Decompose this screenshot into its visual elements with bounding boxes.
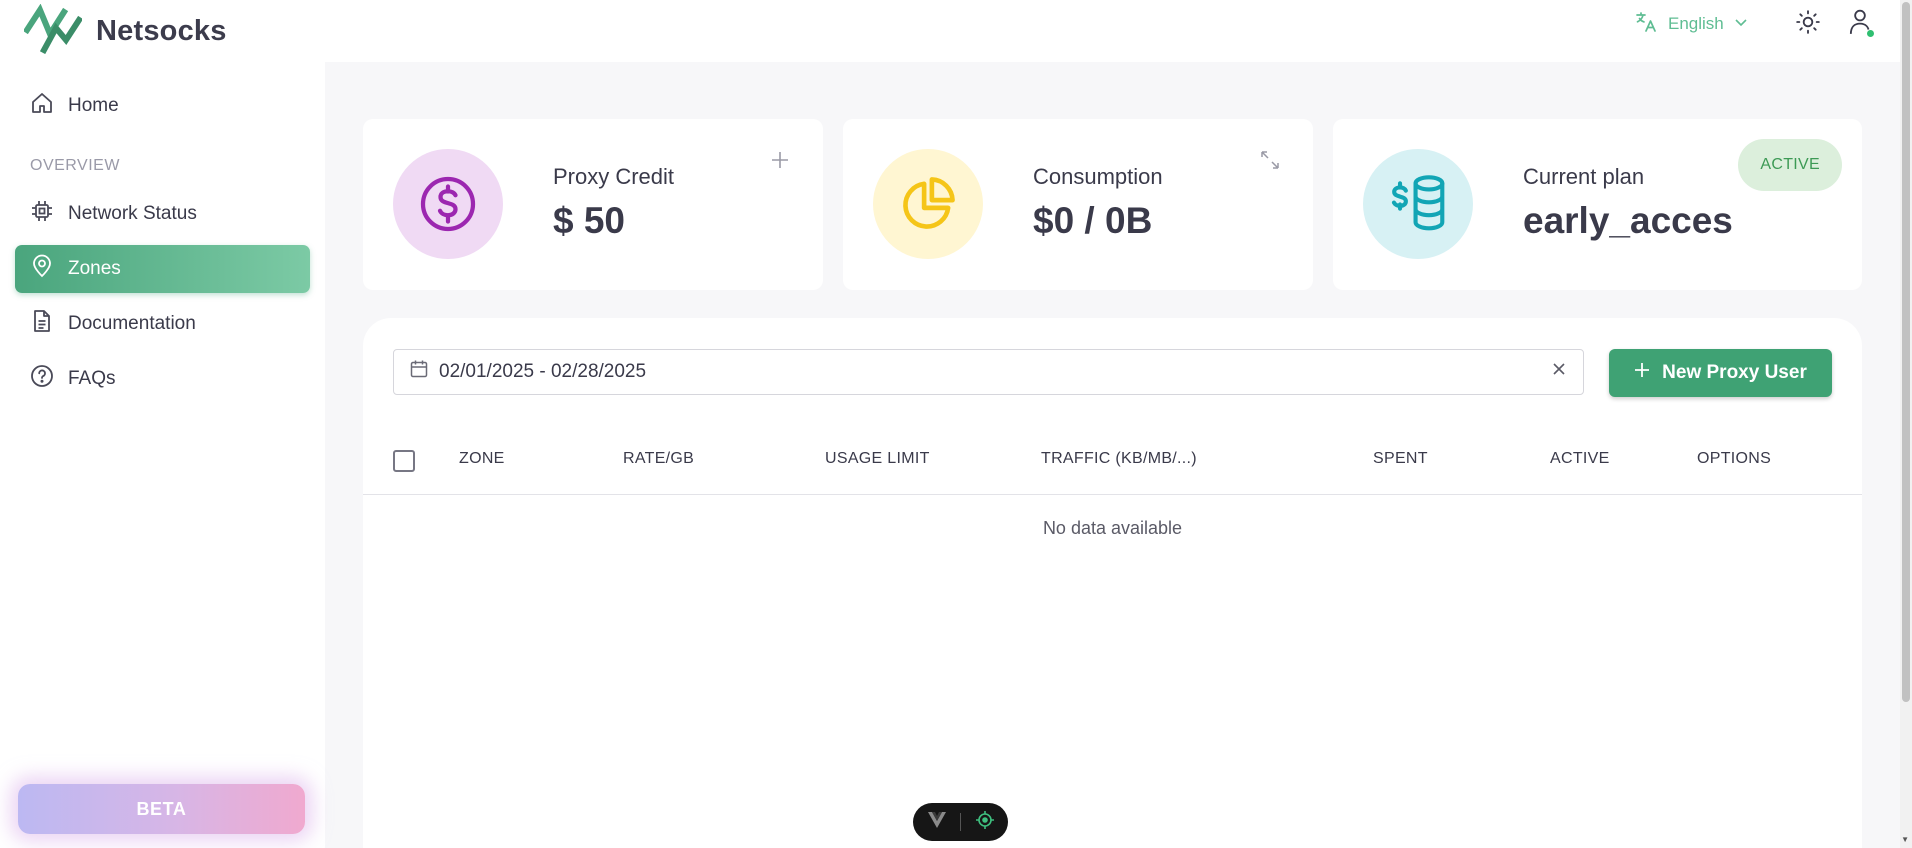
sidebar-item-home[interactable]: Home — [15, 82, 310, 130]
sidebar-item-label: Home — [68, 95, 119, 116]
current-plan-card: Current plan early_acces ACTIVE — [1333, 119, 1862, 290]
scrollbar-thumb[interactable] — [1902, 2, 1910, 702]
dollar-circle-icon — [393, 149, 503, 259]
sidebar-item-label: Network Status — [68, 203, 197, 224]
column-header-rate[interactable]: RATE/GB — [623, 450, 694, 468]
online-status-dot — [1866, 29, 1875, 38]
column-header-options[interactable]: OPTIONS — [1697, 450, 1771, 468]
devtools-pill[interactable] — [913, 803, 1008, 841]
zones-panel: 02/01/2025 - 02/28/2025 New Proxy User Z… — [363, 318, 1862, 848]
translate-icon — [1634, 10, 1658, 39]
location-pin-icon — [30, 254, 54, 284]
column-header-active[interactable]: ACTIVE — [1550, 450, 1610, 468]
sidebar-item-faqs[interactable]: FAQs — [15, 355, 310, 403]
proxy-credit-card: Proxy Credit $ 50 — [363, 119, 823, 290]
calendar-icon — [409, 359, 429, 385]
column-header-usage-limit[interactable]: USAGE LIMIT — [825, 450, 930, 468]
brand-name: Netsocks — [96, 14, 227, 47]
brand[interactable]: Netsocks — [22, 3, 227, 59]
card-value: $ 50 — [553, 200, 626, 241]
netsocks-logo-icon — [22, 3, 84, 59]
sidebar-item-zones[interactable]: Zones — [15, 245, 310, 293]
card-value: $0 / 0B — [1033, 200, 1153, 241]
beta-button[interactable]: BETA — [18, 784, 305, 834]
sidebar-item-label: Documentation — [68, 313, 196, 334]
coins-stack-icon — [1363, 149, 1473, 259]
card-label: Consumption — [1033, 164, 1163, 189]
chip-icon — [30, 199, 54, 229]
empty-table-message: No data available — [1042, 518, 1183, 538]
clear-date-button[interactable] — [1547, 360, 1571, 384]
divider — [960, 813, 961, 831]
plus-icon — [1634, 362, 1650, 384]
date-range-field[interactable]: 02/01/2025 - 02/28/2025 — [393, 349, 1584, 395]
sidebar: Netsocks Home OVERVIEW Network Status Zo… — [0, 0, 325, 848]
section-label-overview: OVERVIEW — [30, 157, 120, 174]
user-menu-button[interactable] — [1844, 8, 1876, 40]
column-header-spent[interactable]: SPENT — [1373, 450, 1428, 468]
status-badge: ACTIVE — [1738, 139, 1842, 191]
close-icon — [1551, 361, 1567, 383]
sidebar-item-label: Zones — [68, 258, 121, 279]
vue-logo-icon[interactable] — [927, 811, 947, 834]
chevron-down-icon — [1734, 14, 1748, 34]
sidebar-item-label: FAQs — [68, 368, 116, 389]
card-label: Proxy Credit — [553, 164, 675, 189]
expand-button[interactable] — [1257, 149, 1283, 175]
sidebar-item-documentation[interactable]: Documentation — [15, 300, 310, 348]
language-label: English — [1668, 14, 1724, 33]
new-proxy-user-button[interactable]: New Proxy User — [1609, 349, 1832, 397]
document-icon — [30, 309, 54, 339]
help-circle-icon — [30, 364, 54, 394]
target-icon[interactable] — [975, 810, 995, 835]
page-scrollbar[interactable]: ▼ — [1900, 0, 1912, 848]
plus-icon — [770, 150, 790, 175]
expand-icon — [1259, 149, 1281, 176]
add-credit-button[interactable] — [767, 149, 793, 175]
card-value: early_acces — [1523, 200, 1733, 241]
card-label: Current plan — [1523, 164, 1645, 189]
column-header-zone[interactable]: ZONE — [459, 450, 505, 468]
consumption-card: Consumption $0 / 0B — [843, 119, 1313, 290]
pie-chart-icon — [873, 149, 983, 259]
theme-toggle-button[interactable] — [1792, 8, 1824, 40]
column-header-traffic[interactable]: TRAFFIC (KB/MB/...) — [1041, 450, 1197, 468]
home-icon — [30, 91, 54, 121]
new-proxy-user-label: New Proxy User — [1662, 362, 1807, 383]
language-selector[interactable]: English — [1634, 10, 1748, 38]
sidebar-item-network-status[interactable]: Network Status — [15, 190, 310, 238]
date-range-value: 02/01/2025 - 02/28/2025 — [439, 361, 647, 382]
sun-icon — [1795, 9, 1821, 40]
table-header: ZONE RATE/GB USAGE LIMIT TRAFFIC (KB/MB/… — [363, 425, 1862, 495]
scroll-down-arrow-icon[interactable]: ▼ — [1901, 835, 1909, 844]
select-all-checkbox[interactable] — [393, 450, 415, 472]
